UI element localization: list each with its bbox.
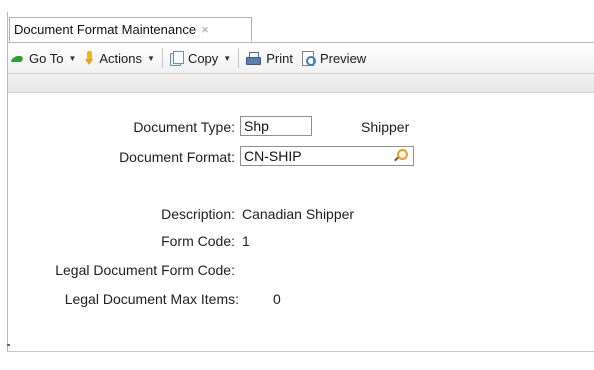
chevron-down-icon: ▼	[223, 53, 232, 63]
preview-label: Preview	[319, 50, 367, 66]
document-type-input[interactable]	[240, 116, 312, 136]
document-type-description: Shipper	[361, 119, 410, 135]
document-type-label: Document Type:	[133, 119, 235, 135]
description-label: Description:	[161, 206, 235, 222]
toolbar: Go To ▼ Actions ▼ Copy ▼ Print Preview	[8, 43, 594, 74]
legal-document-form-code-label: Legal Document Form Code:	[55, 262, 235, 278]
form-code-label: Form Code:	[161, 233, 235, 249]
lightning-icon	[84, 51, 94, 65]
window-bottom-border	[7, 351, 594, 352]
copy-button[interactable]: Copy ▼	[166, 47, 235, 69]
description-value: Canadian Shipper	[242, 206, 355, 222]
document-format-input[interactable]	[240, 146, 414, 166]
chevron-down-icon: ▼	[147, 53, 155, 63]
document-format-label: Document Format:	[119, 149, 235, 165]
tab-title: Document Format Maintenance	[14, 22, 197, 37]
goto-label: Go To	[29, 50, 64, 66]
frame-tick	[7, 344, 10, 346]
toolbar-separator	[161, 48, 163, 68]
toolbar-separator	[238, 48, 240, 68]
form-code-value: 1	[242, 233, 250, 249]
legal-document-max-items-label: Legal Document Max Items:	[64, 291, 239, 307]
tab-strip: Document Format Maintenance ×	[7, 12, 594, 43]
legal-document-max-items-value: 0	[273, 291, 281, 307]
print-label: Print	[266, 50, 293, 66]
copy-label: Copy	[187, 50, 219, 66]
close-icon[interactable]: ×	[201, 22, 209, 37]
goto-arrow-icon	[12, 54, 24, 63]
copy-icon	[169, 51, 184, 66]
printer-icon	[246, 51, 262, 65]
chevron-down-icon: ▼	[68, 53, 77, 63]
actions-button[interactable]: Actions ▼	[80, 47, 159, 69]
tab-document-format-maintenance[interactable]: Document Format Maintenance ×	[9, 17, 252, 42]
preview-button[interactable]: Preview	[297, 47, 370, 69]
preview-icon	[301, 51, 316, 66]
toolbar-band	[8, 74, 594, 93]
magnifier-lookup-icon[interactable]	[393, 149, 408, 163]
actions-label: Actions	[99, 50, 143, 66]
goto-button[interactable]: Go To ▼	[8, 47, 80, 69]
print-button[interactable]: Print	[242, 47, 297, 69]
